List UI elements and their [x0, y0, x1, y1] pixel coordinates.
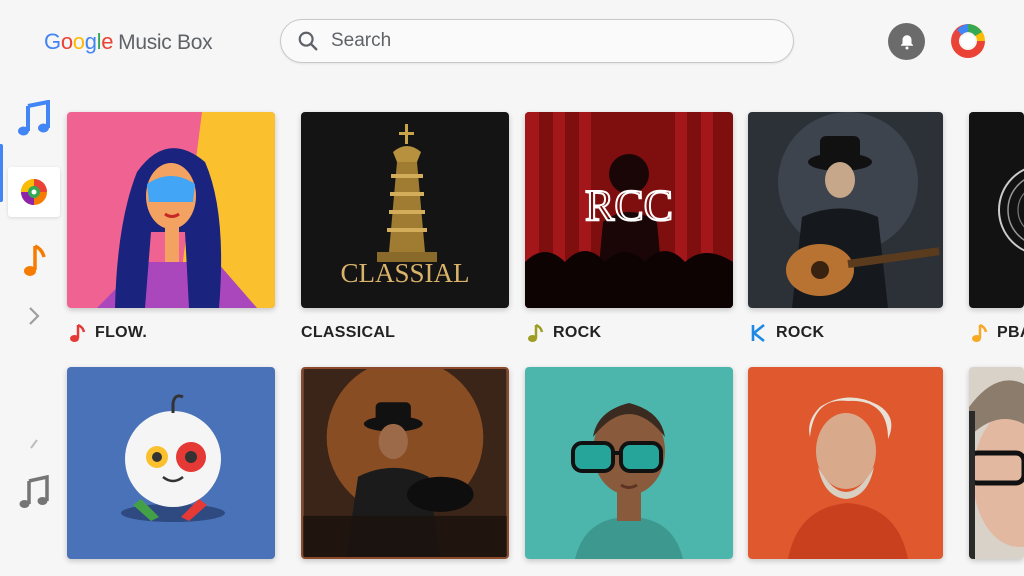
sidebar-item-library[interactable]: [8, 236, 60, 286]
art-text: RCC: [585, 181, 673, 230]
partial-portrait-art: [969, 367, 1024, 559]
music-note-icon: [969, 323, 989, 343]
album-label: ROCK: [525, 320, 601, 346]
app-logo[interactable]: Google Music Box: [44, 29, 213, 55]
sidebar-expand[interactable]: [8, 291, 60, 341]
album-art[interactable]: [301, 367, 509, 559]
sidebar-item-playlists[interactable]: [8, 468, 60, 518]
album-title: ROCK: [553, 324, 602, 341]
portrait-art: [67, 112, 275, 308]
music-note-icon: [525, 323, 545, 343]
album-art[interactable]: [748, 367, 943, 559]
search-input[interactable]: [331, 28, 771, 54]
album-art[interactable]: [969, 112, 1024, 308]
k-logo-icon: [748, 323, 768, 343]
album-art[interactable]: RCC: [525, 112, 733, 308]
product-name: Music Box: [118, 31, 213, 54]
album-art[interactable]: [67, 112, 275, 308]
album-label: PBA: [969, 320, 1024, 346]
notifications-button[interactable]: [888, 23, 925, 60]
search-bar[interactable]: [280, 19, 794, 63]
album-art[interactable]: [525, 367, 733, 559]
top-bar: Google Music Box: [0, 0, 1024, 86]
album-title: FLOW.: [95, 324, 148, 341]
classical-art: CLASSIAL: [301, 112, 509, 308]
album-title: ROCK: [776, 324, 825, 341]
music-note-icon: [67, 323, 87, 343]
sidebar: [0, 86, 66, 576]
album-art[interactable]: CLASSIAL: [301, 112, 509, 308]
slash-icon: [30, 439, 38, 449]
sidebar-item-music[interactable]: [8, 94, 60, 144]
album-label: CLASSICAL: [301, 320, 395, 346]
singer-art: [303, 369, 507, 557]
album-title: CLASSICAL: [301, 324, 396, 341]
music-note-icon: [24, 244, 46, 276]
music-note-icon: [18, 100, 50, 136]
mascot-art: [67, 367, 275, 559]
account-avatar-icon: [951, 24, 985, 58]
album-art[interactable]: [67, 367, 275, 559]
account-avatar[interactable]: [949, 22, 987, 60]
search-icon: [298, 31, 318, 51]
guitarist-art: [748, 112, 943, 308]
album-label: FLOW.: [67, 320, 147, 346]
sidebar-item-divider: [8, 419, 60, 469]
art-text: CLASSIAL: [340, 258, 469, 288]
album-label: ROCK: [748, 320, 824, 346]
chevron-right-icon: [29, 307, 40, 325]
album-title: PBA: [997, 324, 1024, 341]
colorful-disc-icon: [21, 179, 47, 205]
album-art[interactable]: [969, 367, 1024, 559]
music-note-icon: [19, 475, 49, 508]
sidebar-item-discover[interactable]: [8, 167, 60, 217]
mandala-art: [969, 112, 1024, 308]
glasses-portrait-art: [525, 367, 733, 559]
album-art[interactable]: [748, 112, 943, 308]
bell-icon: [900, 34, 913, 49]
rock-stage-art: RCC: [525, 112, 733, 308]
elder-portrait-art: [748, 367, 943, 559]
active-indicator: [0, 144, 3, 202]
